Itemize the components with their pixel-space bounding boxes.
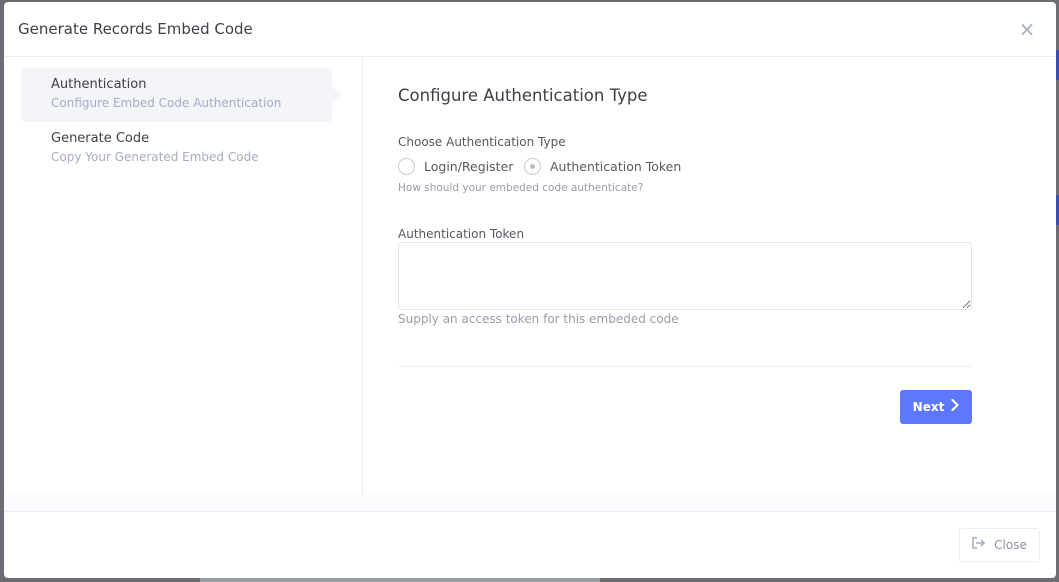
token-help: Supply an access token for this embeded … [398,312,679,326]
form-heading: Configure Authentication Type [398,86,648,105]
close-button-label: Close [994,538,1027,552]
radio-circle[interactable] [524,158,541,175]
modal-body: Authentication Configure Embed Code Auth… [4,58,1056,494]
token-textarea[interactable] [398,242,972,310]
wizard-step-authentication[interactable]: Authentication Configure Embed Code Auth… [21,68,341,122]
modal-header: Generate Records Embed Code × [4,2,1056,57]
next-label: Next [912,400,945,414]
token-label: Authentication Token [398,227,525,241]
divider [398,366,972,367]
step-title: Authentication [51,77,147,92]
radio-circle[interactable] [398,158,415,175]
radio-label: Authentication Token [550,159,682,174]
step-subtitle: Configure Embed Code Authentication [51,96,282,110]
auth-type-help: How should your embeded code authenticat… [398,182,644,194]
auth-form: Configure Authentication Type Choose Aut… [398,58,972,494]
modal-title: Generate Records Embed Code [18,20,253,38]
close-icon[interactable]: × [1018,19,1036,39]
chevron-right-icon [951,398,959,415]
wizard-step-generate-code[interactable]: Generate Code Copy Your Generated Embed … [21,122,332,176]
wizard-nav: Authentication Configure Embed Code Auth… [4,58,363,494]
sign-out-icon [972,537,986,553]
radio-authentication-token[interactable]: Authentication Token [524,158,681,175]
next-button[interactable]: Next [900,390,972,424]
body-bottom-band [4,494,1056,512]
auth-type-label: Choose Authentication Type [398,135,566,149]
close-button[interactable]: Close [959,528,1040,562]
embed-code-modal: Generate Records Embed Code × Authentica… [4,2,1056,578]
step-title: Generate Code [51,131,150,146]
radio-login-register[interactable]: Login/Register [398,158,513,175]
radio-label: Login/Register [424,159,514,174]
step-subtitle: Copy Your Generated Embed Code [51,150,259,164]
